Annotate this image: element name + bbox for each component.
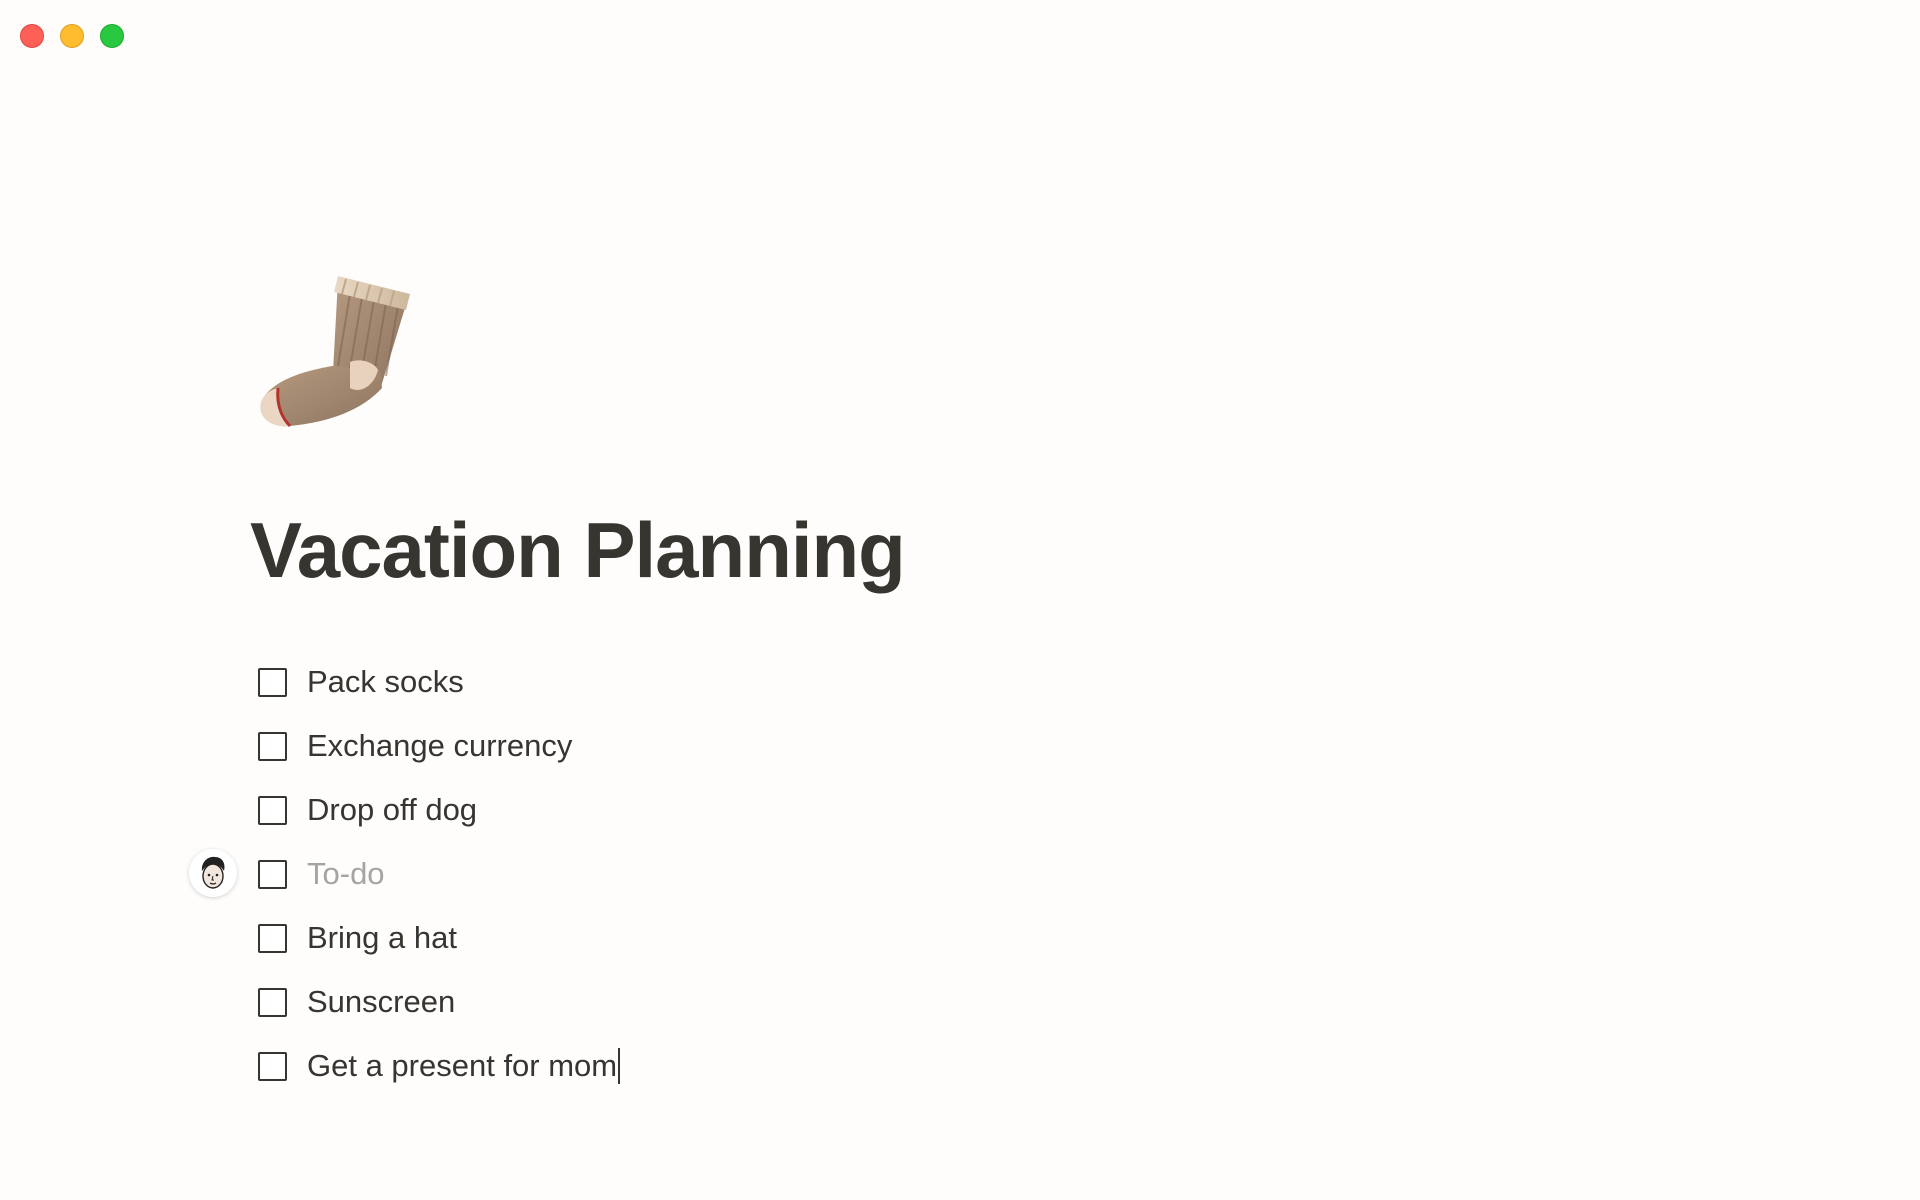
app-window: Vacation Planning Pack socks Exchange cu…	[0, 0, 1920, 1200]
todo-checkbox[interactable]	[258, 859, 287, 889]
todo-checkbox[interactable]	[258, 987, 287, 1017]
todo-text[interactable]: Get a present for mom	[307, 1048, 617, 1084]
todo-text[interactable]: Bring a hat	[307, 920, 457, 956]
todo-checkbox[interactable]	[258, 1051, 287, 1081]
collaborator-avatar[interactable]	[189, 849, 237, 897]
todo-item[interactable]: Sunscreen	[258, 970, 1158, 1034]
todo-checkbox[interactable]	[258, 795, 287, 825]
todo-list: Pack socks Exchange currency Drop off do…	[189, 650, 1158, 1098]
todo-item[interactable]: To-do	[189, 842, 1158, 906]
todo-text[interactable]: Drop off dog	[307, 792, 477, 828]
user-face-icon	[189, 849, 237, 897]
todo-item[interactable]: Pack socks	[258, 650, 1158, 714]
minimize-window-button[interactable]	[60, 24, 84, 48]
zoom-window-button[interactable]	[100, 24, 124, 48]
todo-checkbox[interactable]	[258, 667, 287, 697]
todo-placeholder-text[interactable]: To-do	[307, 856, 385, 892]
todo-item[interactable]: Get a present for mom	[258, 1034, 1158, 1098]
page-title[interactable]: Vacation Planning	[250, 500, 906, 600]
todo-item[interactable]: Drop off dog	[258, 778, 1158, 842]
todo-item[interactable]: Exchange currency	[258, 714, 1158, 778]
todo-text[interactable]: Exchange currency	[307, 728, 572, 764]
todo-text[interactable]: Pack socks	[307, 664, 464, 700]
todo-checkbox[interactable]	[258, 923, 287, 953]
close-window-button[interactable]	[20, 24, 44, 48]
sock-emoji-icon[interactable]	[250, 270, 420, 440]
todo-checkbox[interactable]	[258, 731, 287, 761]
window-controls	[20, 24, 124, 48]
todo-text[interactable]: Sunscreen	[307, 984, 455, 1020]
todo-item[interactable]: Bring a hat	[258, 906, 1158, 970]
text-cursor	[618, 1048, 621, 1084]
